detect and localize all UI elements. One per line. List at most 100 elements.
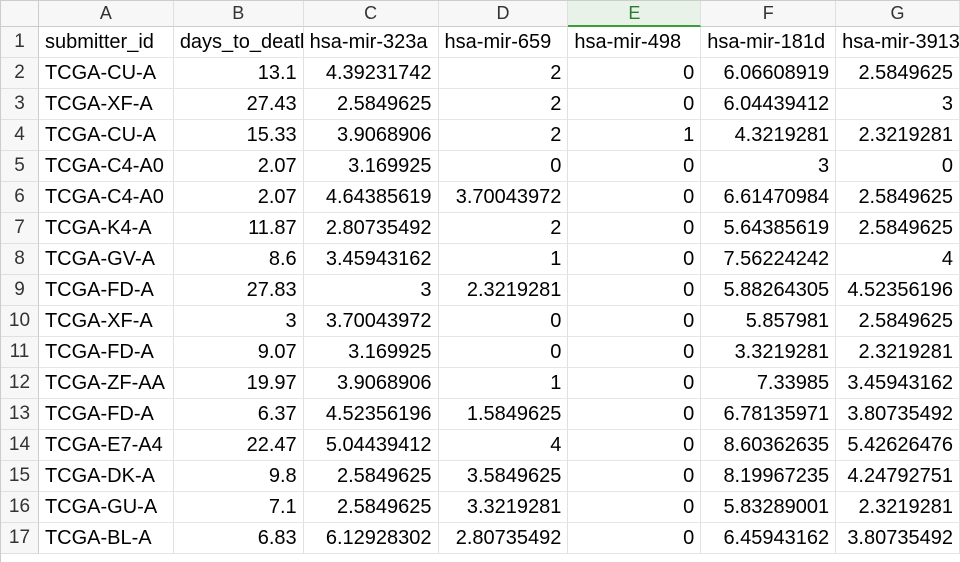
cell-D15[interactable]: 3.5849625: [439, 461, 569, 492]
cell-G1[interactable]: hsa-mir-3913: [836, 27, 960, 58]
row-header-6[interactable]: 6: [1, 182, 39, 213]
column-header-A[interactable]: A: [39, 1, 174, 27]
cell-G17[interactable]: 3.80735492: [836, 523, 960, 554]
cell-A11[interactable]: TCGA-FD-A: [39, 337, 174, 368]
column-header-B[interactable]: B: [174, 1, 304, 27]
cell-C8[interactable]: 3.45943162: [304, 244, 439, 275]
cell-B6[interactable]: 2.07: [174, 182, 304, 213]
cell-A12[interactable]: TCGA-ZF-AA: [39, 368, 174, 399]
cell-E14[interactable]: 0: [568, 430, 701, 461]
cell-G5[interactable]: 0: [836, 151, 960, 182]
cell-B2[interactable]: 13.1: [174, 58, 304, 89]
cell-G10[interactable]: 2.5849625: [836, 306, 960, 337]
cell-D13[interactable]: 1.5849625: [439, 399, 569, 430]
cell-F7[interactable]: 5.64385619: [701, 213, 836, 244]
cell-A16[interactable]: TCGA-GU-A: [39, 492, 174, 523]
cell-C16[interactable]: 2.5849625: [304, 492, 439, 523]
cell-C4[interactable]: 3.9068906: [304, 120, 439, 151]
row-header-1[interactable]: 1: [1, 27, 39, 58]
column-header-E[interactable]: E: [568, 1, 701, 27]
cell-C6[interactable]: 4.64385619: [304, 182, 439, 213]
cell-G11[interactable]: 2.3219281: [836, 337, 960, 368]
column-header-G[interactable]: G: [836, 1, 960, 27]
cell-G2[interactable]: 2.5849625: [836, 58, 960, 89]
cell-G15[interactable]: 4.24792751: [836, 461, 960, 492]
row-header-13[interactable]: 13: [1, 399, 39, 430]
cell-F16[interactable]: 5.83289001: [701, 492, 836, 523]
cell-A1[interactable]: submitter_id: [39, 27, 174, 58]
cell-F11[interactable]: 3.3219281: [701, 337, 836, 368]
cell-B7[interactable]: 11.87: [174, 213, 304, 244]
cell-F12[interactable]: 7.33985: [701, 368, 836, 399]
cell-D6[interactable]: 3.70043972: [439, 182, 569, 213]
cell-E6[interactable]: 0: [568, 182, 701, 213]
row-header-10[interactable]: 10: [1, 306, 39, 337]
cell-D14[interactable]: 4: [439, 430, 569, 461]
cell-B9[interactable]: 27.83: [174, 275, 304, 306]
row-header-4[interactable]: 4: [1, 120, 39, 151]
cell-F3[interactable]: 6.04439412: [701, 89, 836, 120]
cell-E7[interactable]: 0: [568, 213, 701, 244]
cell-B5[interactable]: 2.07: [174, 151, 304, 182]
row-header-14[interactable]: 14: [1, 430, 39, 461]
cell-A14[interactable]: TCGA-E7-A4: [39, 430, 174, 461]
cell-A10[interactable]: TCGA-XF-A: [39, 306, 174, 337]
cell-C14[interactable]: 5.04439412: [304, 430, 439, 461]
column-header-F[interactable]: F: [701, 1, 836, 27]
cell-B14[interactable]: 22.47: [174, 430, 304, 461]
cell-D1[interactable]: hsa-mir-659: [439, 27, 569, 58]
cell-B15[interactable]: 9.8: [174, 461, 304, 492]
cell-A9[interactable]: TCGA-FD-A: [39, 275, 174, 306]
cell-E13[interactable]: 0: [568, 399, 701, 430]
cell-G9[interactable]: 4.52356196: [836, 275, 960, 306]
cell-B11[interactable]: 9.07: [174, 337, 304, 368]
cell-A13[interactable]: TCGA-FD-A: [39, 399, 174, 430]
cell-E2[interactable]: 0: [568, 58, 701, 89]
cell-E4[interactable]: 1: [568, 120, 701, 151]
row-header-3[interactable]: 3: [1, 89, 39, 120]
cell-E11[interactable]: 0: [568, 337, 701, 368]
cell-G13[interactable]: 3.80735492: [836, 399, 960, 430]
cell-C5[interactable]: 3.169925: [304, 151, 439, 182]
cell-G14[interactable]: 5.42626476: [836, 430, 960, 461]
cell-B17[interactable]: 6.83: [174, 523, 304, 554]
cell-B10[interactable]: 3: [174, 306, 304, 337]
cell-D5[interactable]: 0: [439, 151, 569, 182]
row-header-12[interactable]: 12: [1, 368, 39, 399]
cell-C11[interactable]: 3.169925: [304, 337, 439, 368]
row-header-17[interactable]: 17: [1, 523, 39, 554]
cell-F15[interactable]: 8.19967235: [701, 461, 836, 492]
cell-B4[interactable]: 15.33: [174, 120, 304, 151]
cell-A8[interactable]: TCGA-GV-A: [39, 244, 174, 275]
cell-C13[interactable]: 4.52356196: [304, 399, 439, 430]
cell-B3[interactable]: 27.43: [174, 89, 304, 120]
cell-C2[interactable]: 4.39231742: [304, 58, 439, 89]
cell-E8[interactable]: 0: [568, 244, 701, 275]
cell-F14[interactable]: 8.60362635: [701, 430, 836, 461]
cell-B1[interactable]: days_to_death: [174, 27, 304, 58]
cell-E3[interactable]: 0: [568, 89, 701, 120]
cell-C3[interactable]: 2.5849625: [304, 89, 439, 120]
cell-E17[interactable]: 0: [568, 523, 701, 554]
column-header-C[interactable]: C: [304, 1, 439, 27]
cell-B12[interactable]: 19.97: [174, 368, 304, 399]
cell-C17[interactable]: 6.12928302: [304, 523, 439, 554]
cell-E9[interactable]: 0: [568, 275, 701, 306]
cell-E5[interactable]: 0: [568, 151, 701, 182]
cell-C10[interactable]: 3.70043972: [304, 306, 439, 337]
cell-D4[interactable]: 2: [439, 120, 569, 151]
cell-A4[interactable]: TCGA-CU-A: [39, 120, 174, 151]
cell-A15[interactable]: TCGA-DK-A: [39, 461, 174, 492]
cell-A3[interactable]: TCGA-XF-A: [39, 89, 174, 120]
cell-E1[interactable]: hsa-mir-498: [568, 27, 701, 58]
cell-D3[interactable]: 2: [439, 89, 569, 120]
cell-C12[interactable]: 3.9068906: [304, 368, 439, 399]
cell-A17[interactable]: TCGA-BL-A: [39, 523, 174, 554]
row-header-2[interactable]: 2: [1, 58, 39, 89]
cell-E12[interactable]: 0: [568, 368, 701, 399]
cell-A5[interactable]: TCGA-C4-A0: [39, 151, 174, 182]
cell-G6[interactable]: 2.5849625: [836, 182, 960, 213]
row-header-11[interactable]: 11: [1, 337, 39, 368]
cell-F9[interactable]: 5.88264305: [701, 275, 836, 306]
cell-D12[interactable]: 1: [439, 368, 569, 399]
